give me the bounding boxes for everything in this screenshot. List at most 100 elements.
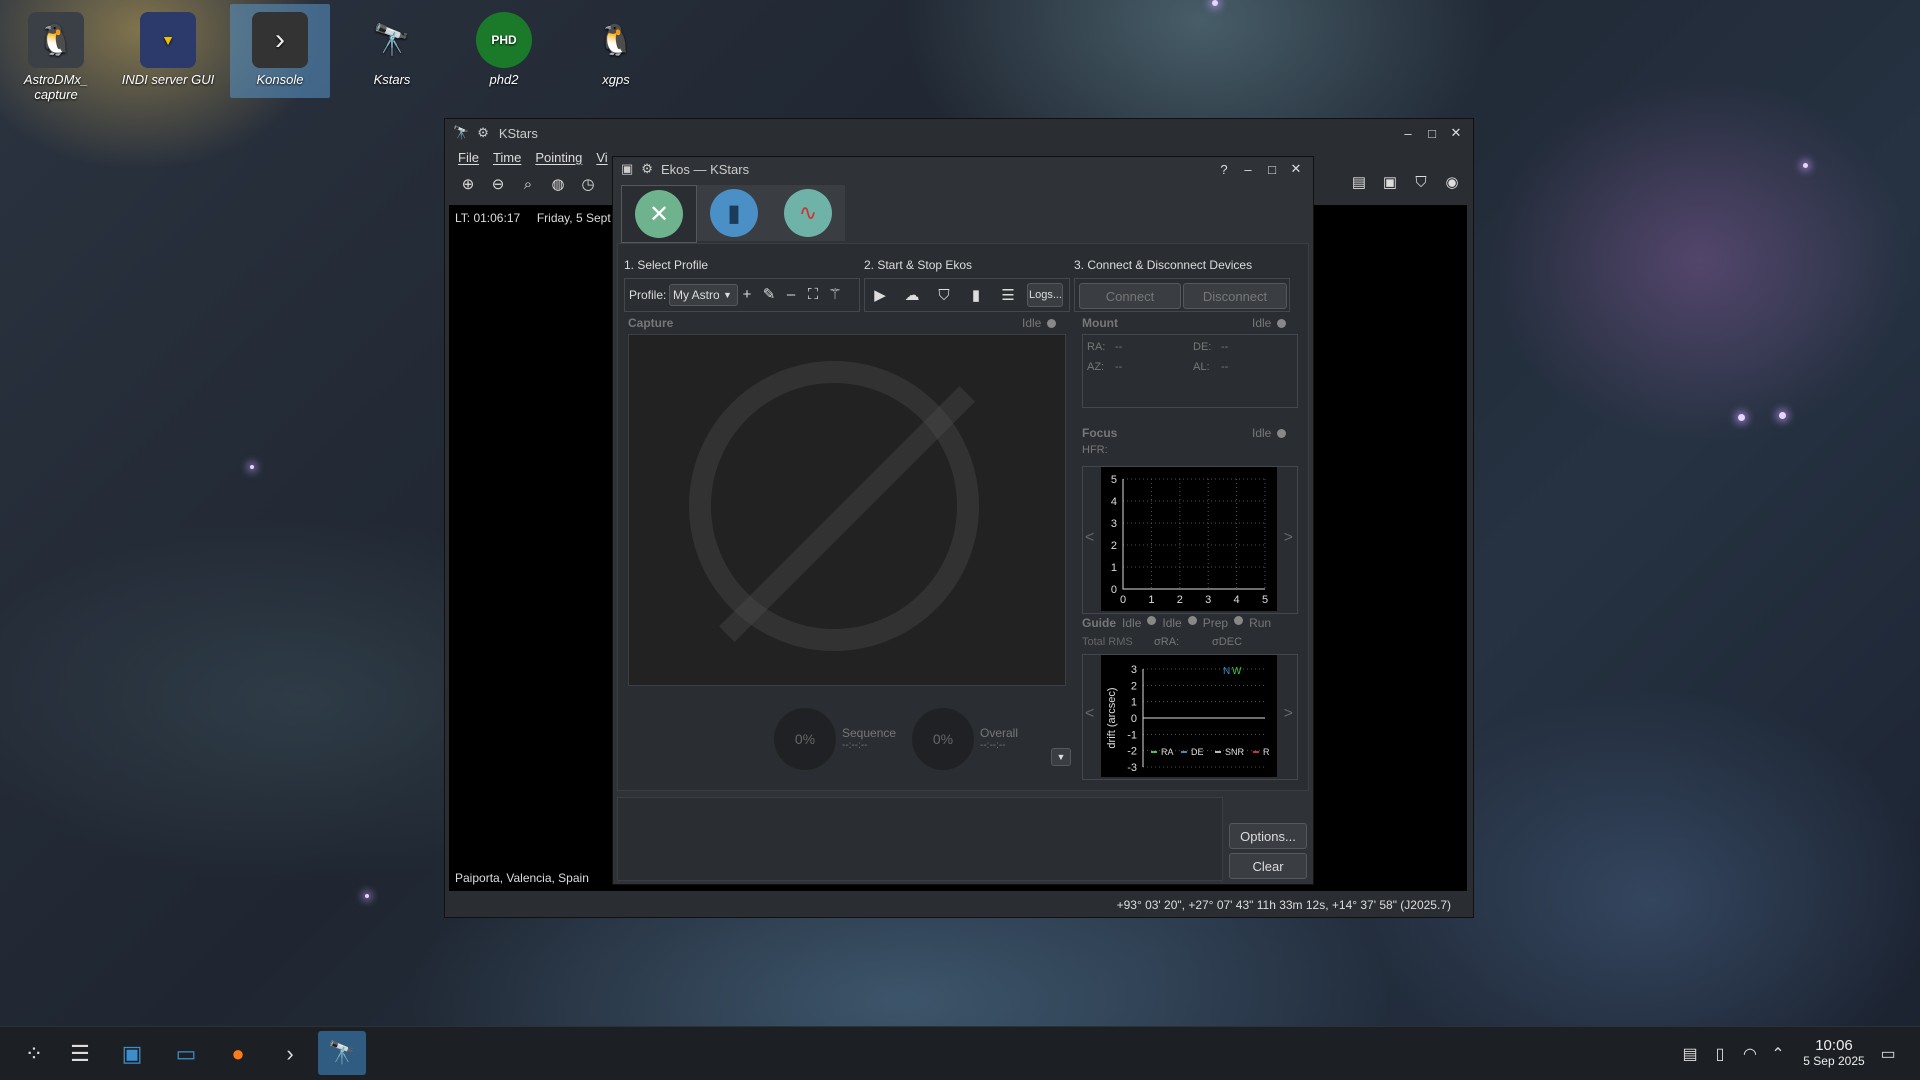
desktop-icon-kstars[interactable]: 🔭 Kstars: [342, 4, 442, 88]
remove-profile-icon[interactable]: –: [781, 284, 801, 304]
desktop-icon-label: AstroDMx_ capture: [23, 72, 89, 102]
task-overview-icon[interactable]: ☰: [62, 1036, 98, 1072]
status-dot: [1234, 616, 1244, 625]
options-button[interactable]: Options...: [1229, 823, 1307, 849]
filter-icon[interactable]: ⛉: [933, 284, 955, 306]
cloud-icon[interactable]: ☁: [901, 284, 923, 306]
camera-icon[interactable]: ▣: [1379, 171, 1401, 193]
menu-view[interactable]: Vi: [589, 150, 614, 165]
guide-state: Prep: [1202, 616, 1229, 630]
edit-profile-icon[interactable]: ✎: [759, 284, 779, 304]
step2-label: 2. Start & Stop Ekos: [864, 258, 973, 272]
tab-setup[interactable]: ✕: [621, 185, 697, 243]
search-icon[interactable]: ⌕: [517, 173, 539, 195]
prev-icon[interactable]: <: [1085, 529, 1094, 547]
focus-graph-box: < > 5 4 3 2 1 00 1 2 3 4 5: [1082, 466, 1298, 614]
focus-status-text: Idle: [1252, 426, 1272, 440]
add-profile-icon[interactable]: +: [737, 284, 757, 304]
compass-west: W: [1232, 666, 1242, 677]
kstars-task-icon[interactable]: 🔭: [318, 1031, 366, 1075]
profile-select[interactable]: My Astro ▼: [669, 284, 738, 306]
wallpaper-star: [1803, 163, 1808, 168]
clock[interactable]: 10:06 5 Sep 2025: [1792, 1037, 1876, 1068]
desktop-icon-phd2[interactable]: PHD phd2: [454, 4, 554, 87]
globe-icon[interactable]: ◍: [547, 173, 569, 195]
desktop-icon-label: Konsole: [256, 72, 304, 87]
maximize-icon[interactable]: □: [1423, 124, 1441, 142]
telescope-icon: 🔭: [373, 23, 411, 57]
menu-time[interactable]: Time: [486, 150, 528, 165]
clear-button[interactable]: Clear: [1229, 853, 1307, 879]
filter-icon[interactable]: ⛉: [1410, 171, 1432, 193]
legend-label: DE: [1191, 747, 1204, 757]
connect-box: Connect Disconnect: [1074, 278, 1290, 312]
y-tick-label: 5: [1111, 474, 1117, 486]
help-icon[interactable]: ?: [1215, 160, 1233, 178]
legend-label: SNR: [1225, 747, 1245, 757]
y-axis-label: drift (arcsec): [1106, 687, 1118, 748]
logs-button[interactable]: Logs...: [1027, 283, 1063, 307]
zoom-out-icon[interactable]: ⊖: [487, 173, 509, 195]
folder-icon[interactable]: ▭: [168, 1036, 204, 1072]
desktop-icon-konsole[interactable]: › Konsole: [230, 4, 330, 98]
play-icon[interactable]: ▶: [869, 284, 891, 306]
step3-label: 3. Connect & Disconnect Devices: [1074, 258, 1253, 272]
next-icon[interactable]: >: [1284, 529, 1293, 547]
chevron-down-icon: ▼: [1056, 752, 1066, 762]
local-date: Friday, 5 Sept: [536, 211, 611, 225]
fullscreen-icon[interactable]: ⛶: [803, 284, 823, 304]
taskbar: ⁘ ☰ ▣ ▭ ● › 🔭 ▤ ▯ ◠ ⌃ 10:06 5 Sep 2025 ▭: [0, 1026, 1920, 1080]
capture-status: Idle: [1022, 316, 1057, 330]
notebook-icon: ▮: [710, 189, 758, 237]
chevron-up-icon[interactable]: ⌃: [1760, 1036, 1796, 1072]
tab-scheduler[interactable]: ▮: [697, 185, 771, 241]
zoom-in-icon[interactable]: ⊕: [457, 173, 479, 195]
maximize-icon[interactable]: □: [1263, 160, 1281, 178]
kstars-titlebar[interactable]: 🔭 ⚙ KStars – □ ✕: [445, 119, 1473, 147]
mount-status-text: Idle: [1252, 316, 1272, 330]
terminal-icon[interactable]: ›: [272, 1036, 308, 1072]
layout-icon[interactable]: ▤: [1348, 171, 1370, 193]
guide-title: Guide: [1082, 616, 1117, 630]
ra-label: RA:: [1087, 341, 1106, 353]
app-launcher-icon[interactable]: ⁘: [16, 1036, 52, 1072]
discover-icon[interactable]: ▣: [114, 1036, 150, 1072]
penguin-telescope-icon: 🐧: [28, 12, 84, 68]
close-icon[interactable]: ✕: [1287, 160, 1305, 178]
menu-file[interactable]: File: [451, 150, 486, 165]
next-icon[interactable]: >: [1284, 705, 1293, 723]
firefox-icon[interactable]: ●: [220, 1036, 256, 1072]
desktop-icon-xgps[interactable]: 🐧 xgps: [566, 4, 666, 88]
clock-icon[interactable]: ◷: [577, 173, 599, 195]
expand-button[interactable]: ▼: [1051, 748, 1071, 766]
tab-analyze[interactable]: ∿: [771, 185, 845, 241]
chart-bg: [1101, 655, 1277, 777]
wizard-icon[interactable]: ⚚: [825, 284, 845, 304]
phd-icon: PHD: [476, 12, 532, 68]
show-desktop-icon[interactable]: ▭: [1870, 1036, 1906, 1072]
desktop-icon-label: Kstars: [373, 72, 411, 87]
close-icon[interactable]: ✕: [1447, 124, 1465, 142]
log-area[interactable]: [617, 797, 1223, 881]
pin-icon[interactable]: ⚙: [477, 125, 489, 141]
device-icon[interactable]: ▮: [965, 284, 987, 306]
ekos-titlebar[interactable]: ▣ ⚙ Ekos — KStars ? – □ ✕: [613, 157, 1313, 181]
minimize-icon[interactable]: –: [1239, 160, 1257, 178]
connect-button[interactable]: Connect: [1079, 283, 1181, 309]
no-image-icon: [689, 361, 979, 651]
eye-icon[interactable]: ◉: [1441, 171, 1463, 193]
pin-icon[interactable]: ⚙: [641, 161, 653, 177]
sliders-icon[interactable]: ☰: [997, 284, 1019, 306]
desktop-icon-astrodmx[interactable]: 🐧 AstroDMx_ capture: [6, 4, 106, 102]
legend-label: RA: [1161, 747, 1174, 757]
minimize-icon[interactable]: –: [1399, 124, 1417, 142]
capture-preview[interactable]: [628, 334, 1066, 686]
status-coordinates: +93° 03' 20", +27° 07' 43" 11h 33m 12s, …: [1116, 898, 1451, 912]
menu-pointing[interactable]: Pointing: [528, 150, 589, 165]
desktop-icon-indi[interactable]: ▼ INDI server GUI: [118, 4, 218, 87]
guide-state: Idle: [1122, 616, 1142, 630]
prev-icon[interactable]: <: [1085, 705, 1094, 723]
disconnect-button[interactable]: Disconnect: [1183, 283, 1287, 309]
ekos-window[interactable]: ▣ ⚙ Ekos — KStars ? – □ ✕ ✕ ▮ ∿ 1. Selec…: [612, 156, 1314, 885]
guide-header: Guide Idle Idle Prep Run: [1082, 616, 1271, 630]
